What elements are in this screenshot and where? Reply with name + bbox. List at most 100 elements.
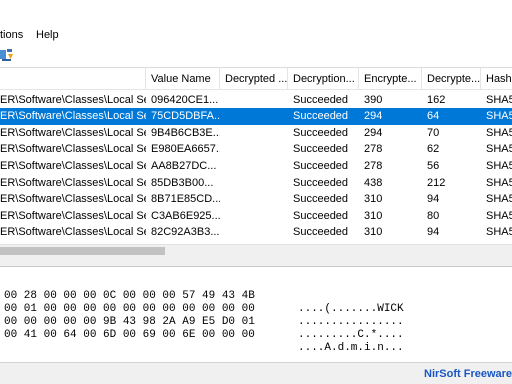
cell-decrypted-size: 64 (427, 110, 440, 123)
cell-hash: SHA5 (486, 126, 512, 139)
table-row[interactable]: ER\Software\Classes\Local Se... AA8B27DC.… (0, 158, 512, 175)
cell-encrypted-size: 294 (364, 110, 383, 123)
cell-value-name: C3AB6E925... (151, 209, 220, 222)
cell-hash: SHA5 (486, 143, 512, 156)
hex-ascii: .........C.*.... (298, 329, 404, 341)
cell-decrypted (220, 108, 288, 124)
cell-encrypted-size: 390 (364, 93, 383, 106)
hex-line: 00 28 00 00 00 0C 00 00 00 57 49 43 4B .… (0, 277, 404, 315)
cell-value-name: 85DB3B00... (151, 176, 214, 189)
hex-line: 00 01 00 00 00 00 00 00 00 00 00 00 00 .… (0, 290, 404, 328)
cell-decrypted (220, 208, 288, 224)
cell-value-name: 82C92A3B3... (151, 226, 220, 239)
column-header-path[interactable] (0, 68, 146, 90)
cell-hash: SHA5 (486, 176, 512, 189)
scrollbar-thumb[interactable] (0, 247, 165, 255)
cell-encrypted-size: 310 (364, 209, 383, 222)
hex-ascii: ................ (298, 316, 404, 328)
cell-decryption: Succeeded (293, 93, 349, 106)
cell-decrypted-size: 70 (427, 126, 440, 139)
table-row[interactable]: ER\Software\Classes\Local Se... E980EA665… (0, 141, 512, 158)
table-row[interactable]: ER\Software\Classes\Local Se... 75CD5DBFA… (0, 108, 512, 125)
cell-hash: SHA5 (486, 110, 512, 123)
cell-decrypted (220, 92, 288, 108)
hex-bytes: 00 41 00 64 00 6D 00 69 00 6E 00 00 00 (4, 329, 255, 341)
table-row[interactable]: ER\Software\Classes\Local Se... 9B4B6CB3E… (0, 125, 512, 142)
cell-value-name: 9B4B6CB3E... (151, 126, 220, 139)
column-header-value-name[interactable]: Value Name (146, 68, 220, 90)
cell-decrypted-size: 162 (427, 93, 446, 106)
cell-path: ER\Software\Classes\Local Se... (0, 226, 146, 239)
cell-path: ER\Software\Classes\Local Se... (0, 193, 146, 206)
toolbar-action-icon[interactable] (0, 48, 14, 63)
hex-ascii: ....(.......WICK (298, 303, 404, 315)
cell-value-name: 8B71E85CD... (151, 193, 220, 206)
cell-decrypted-size: 62 (427, 143, 440, 156)
cell-encrypted-size: 278 (364, 159, 383, 172)
nirsoft-link[interactable]: NirSoft Freeware. h (424, 367, 512, 381)
cell-decryption: Succeeded (293, 159, 349, 172)
cell-decrypted (220, 158, 288, 174)
cell-decryption: Succeeded (293, 143, 349, 156)
cell-value-name: 096420CE1... (151, 93, 219, 106)
cell-decryption: Succeeded (293, 110, 349, 123)
cell-path: ER\Software\Classes\Local Se... (0, 159, 146, 172)
cell-value-name: E980EA6657... (151, 143, 220, 156)
cell-path: ER\Software\Classes\Local Se... (0, 126, 146, 139)
cell-hash: SHA5 (486, 226, 512, 239)
cell-decrypted-size: 94 (427, 193, 440, 206)
cell-decrypted (220, 224, 288, 240)
cell-decryption: Succeeded (293, 126, 349, 139)
status-bar: NirSoft Freeware. h (0, 362, 512, 384)
cell-encrypted-size: 310 (364, 226, 383, 239)
hex-bytes: 00 01 00 00 00 00 00 00 00 00 00 00 00 (4, 303, 255, 315)
hex-line: 00 00 00 00 00 9B 43 98 2A A9 E5 D0 01 .… (0, 303, 404, 341)
title-bar (0, 0, 512, 26)
menu-options[interactable]: tions (0, 28, 23, 42)
cell-encrypted-size: 278 (364, 143, 383, 156)
cell-path: ER\Software\Classes\Local Se... (0, 176, 146, 189)
toolbar (0, 44, 512, 68)
hex-bytes: 00 28 00 00 00 0C 00 00 00 57 49 43 4B (4, 290, 255, 302)
horizontal-scrollbar[interactable] (0, 244, 512, 257)
cell-hash: SHA5 (486, 193, 512, 206)
cell-hash: SHA5 (486, 159, 512, 172)
cell-decrypted-size: 212 (427, 176, 446, 189)
hex-ascii: ....A.d.m.i.n... (298, 342, 404, 354)
table-row[interactable]: ER\Software\Classes\Local Se... 82C92A3B3… (0, 224, 512, 241)
cell-decrypted (220, 125, 288, 141)
pane-splitter[interactable] (0, 257, 512, 267)
hex-line: 00 41 00 64 00 6D 00 69 00 6E 00 00 00 .… (0, 316, 404, 354)
menu-bar: tions Help (0, 26, 512, 44)
table-row[interactable]: ER\Software\Classes\Local Se... 8B71E85CD… (0, 191, 512, 208)
cell-hash: SHA5 (486, 93, 512, 106)
cell-decrypted-size: 94 (427, 226, 440, 239)
cell-path: ER\Software\Classes\Local Se... (0, 110, 146, 123)
cell-encrypted-size: 438 (364, 176, 383, 189)
cell-decrypted-size: 80 (427, 209, 440, 222)
cell-value-name: AA8B27DC... (151, 159, 217, 172)
cell-encrypted-size: 310 (364, 193, 383, 206)
cell-value-name: 75CD5DBFA... (151, 110, 220, 123)
menu-help[interactable]: Help (36, 28, 59, 42)
hex-dump-pane: 00 28 00 00 00 0C 00 00 00 57 49 43 4B .… (0, 267, 512, 362)
table-row[interactable]: ER\Software\Classes\Local Se... 85DB3B00.… (0, 175, 512, 192)
cell-decryption: Succeeded (293, 209, 349, 222)
cell-decrypted (220, 141, 288, 157)
cell-encrypted-size: 294 (364, 126, 383, 139)
cell-decryption: Succeeded (293, 193, 349, 206)
table-row[interactable]: ER\Software\Classes\Local Se... C3AB6E925… (0, 208, 512, 225)
cell-path: ER\Software\Classes\Local Se... (0, 93, 146, 106)
hex-bytes: 00 00 00 00 00 9B 43 98 2A A9 E5 D0 01 (4, 316, 255, 328)
column-header-encrypted-size[interactable]: Encrypte... (359, 68, 422, 90)
column-header-decrypted[interactable]: Decrypted ... (220, 68, 288, 90)
cell-hash: SHA5 (486, 209, 512, 222)
column-header-decrypted-size[interactable]: Decrypte... (422, 68, 481, 90)
table-row[interactable]: ER\Software\Classes\Local Se... 096420CE1… (0, 92, 512, 109)
cell-decrypted-size: 56 (427, 159, 440, 172)
column-header-decryption[interactable]: Decryption... (288, 68, 359, 90)
cell-decryption: Succeeded (293, 176, 349, 189)
cell-decrypted (220, 191, 288, 207)
column-header-hash[interactable]: Hash (481, 68, 512, 90)
list-header: Value Name Decrypted ... Decryption... E… (0, 68, 512, 90)
